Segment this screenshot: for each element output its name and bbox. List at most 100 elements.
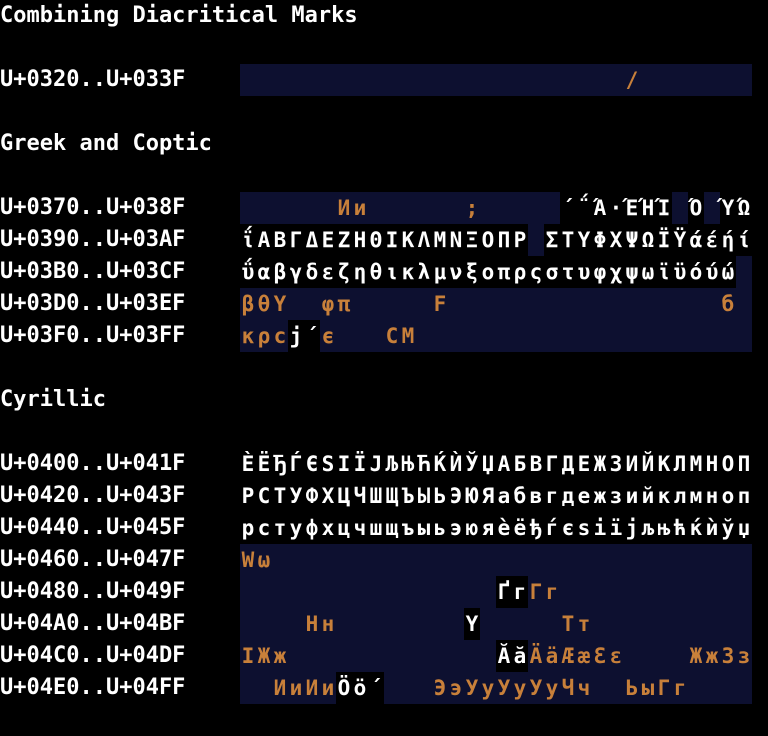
glyph-strip: рстуфхцчшщъыьэюяѐёђѓєѕіїјљњћќѝўџ bbox=[240, 512, 752, 544]
glyph-cell: л bbox=[672, 480, 688, 512]
glyph-cell: З bbox=[608, 448, 624, 480]
glyph-cell: ж bbox=[705, 644, 719, 668]
glyph-cell: Α bbox=[256, 224, 272, 256]
glyph-cell: Є bbox=[304, 448, 320, 480]
glyph-cell: Ц bbox=[336, 480, 352, 512]
code-range-label: U+0440..U+045F bbox=[0, 515, 186, 540]
glyph-cell: У bbox=[465, 676, 479, 700]
glyph-cell: ї bbox=[608, 512, 624, 544]
glyph-cell: ф bbox=[304, 512, 320, 544]
glyph-cell: Y bbox=[464, 608, 480, 640]
glyph-cell: Њ bbox=[400, 448, 416, 480]
glyph-cell: э bbox=[449, 676, 463, 700]
glyph-cell: ώ bbox=[720, 256, 736, 288]
glyph-cell: Ω bbox=[640, 224, 656, 256]
glyph-cell: ы bbox=[416, 512, 432, 544]
glyph-cell: в bbox=[528, 480, 544, 512]
glyph-cell: Г bbox=[657, 676, 671, 700]
code-range-row: U+0440..U+045F р с т у ф х ц ч ш щ ъ ы ь э ю я ѐ ё ђ ѓ є ѕ і ї ј љ… bbox=[0, 512, 768, 544]
code-range-row: U+0390..U+03AF ΐ Α Β Γ Δ Ε Ζ Η Θ Ι Κ Λ Μ Ν Ξ Ο Π Ρ Σ Τ Υ Φ Χ Ψ Ω Ϊ… bbox=[0, 224, 768, 256]
glyph-cell: Æ bbox=[561, 644, 575, 668]
code-range-label: U+0480..U+049F bbox=[0, 579, 186, 604]
glyph-cell: ΄ bbox=[304, 320, 320, 352]
glyph-cell: ѕ bbox=[576, 512, 592, 544]
glyph-cell: Х bbox=[320, 480, 336, 512]
glyph-cell: ε bbox=[320, 256, 336, 288]
glyph-cell: з bbox=[737, 644, 751, 668]
glyph-cell: Т bbox=[561, 612, 575, 636]
glyph-cell: γ bbox=[288, 256, 304, 288]
glyph-cell: Е bbox=[576, 448, 592, 480]
glyph-cell: И bbox=[305, 676, 319, 700]
glyph-cell: M bbox=[401, 324, 415, 348]
glyph-cell: ϊ bbox=[656, 256, 672, 288]
glyph-cell: Ґ bbox=[496, 576, 512, 608]
glyph-cell: Ɛ bbox=[593, 644, 607, 668]
glyph-cell: Ο bbox=[480, 224, 496, 256]
glyph-cell: Ψ bbox=[624, 224, 640, 256]
code-range-row: U+03D0..U+03EF β θ Yφ π Fб bbox=[0, 288, 768, 320]
code-range-row: U+04C0..U+04DF I Жж Ăă Ää Ææ Ɛɛ Жж Зз bbox=[0, 640, 768, 672]
glyph-cell: ь bbox=[432, 512, 448, 544]
glyph-cell: к bbox=[656, 480, 672, 512]
glyph-cell: φ bbox=[592, 256, 608, 288]
glyph-cell: б bbox=[721, 292, 735, 316]
glyph-cell: Ä bbox=[529, 644, 543, 668]
glyph-cell: Ϋ bbox=[672, 224, 688, 256]
glyph-cell: И bbox=[273, 676, 287, 700]
glyph-cell: ρ bbox=[257, 324, 271, 348]
glyph-cell: ύ bbox=[704, 256, 720, 288]
glyph-cell: ´ bbox=[368, 672, 384, 704]
glyph-cell: г bbox=[545, 580, 559, 604]
glyph-cell: Р bbox=[240, 480, 256, 512]
glyph-cell: Έ bbox=[624, 192, 640, 224]
code-range-row: U+0400..U+041F Ѐ Ё Ђ Ѓ Є Ѕ І Ї Ј Љ Њ Ћ Ќ Ѝ Ў Џ А Б В Г Д Е Ж З И Й… bbox=[0, 448, 768, 480]
glyph-cell: ά bbox=[688, 224, 704, 256]
glyph-cell: Η bbox=[352, 224, 368, 256]
section-title: Cyrillic bbox=[0, 387, 106, 412]
glyph-cell: Δ bbox=[304, 224, 320, 256]
glyph-cell: Н bbox=[305, 612, 319, 636]
glyph-cell: Φ bbox=[592, 224, 608, 256]
glyph-cell: ö bbox=[352, 672, 368, 704]
glyph-cell: ы bbox=[641, 676, 655, 700]
glyph-cell: ю bbox=[464, 512, 480, 544]
glyph-cell: Џ bbox=[480, 448, 496, 480]
glyph-cell: κ bbox=[400, 256, 416, 288]
glyph-cell: Ь bbox=[432, 480, 448, 512]
glyph-cell: Ы bbox=[416, 480, 432, 512]
code-range-row: U+0320..U+033F / bbox=[0, 64, 768, 96]
glyph-cell: ΰ bbox=[240, 256, 256, 288]
glyph-cell: Г bbox=[529, 580, 543, 604]
glyph-cell: е bbox=[576, 480, 592, 512]
glyph-cell: υ bbox=[576, 256, 592, 288]
glyph-strip: Wω bbox=[240, 544, 752, 576]
glyph-cell: Э bbox=[433, 676, 447, 700]
glyph-cell: c bbox=[273, 324, 287, 348]
glyph-cell: ο bbox=[480, 256, 496, 288]
glyph-cell: р bbox=[240, 512, 256, 544]
glyph-cell: Ξ bbox=[464, 224, 480, 256]
glyph-cell: Б bbox=[512, 448, 528, 480]
glyph-cell: ι bbox=[384, 256, 400, 288]
glyph-cell: ѓ bbox=[544, 512, 560, 544]
glyph-cell: ѐ bbox=[496, 512, 512, 544]
glyph-cell: ä bbox=[545, 644, 559, 668]
glyph-cell: Λ bbox=[416, 224, 432, 256]
glyph-cell: у bbox=[513, 676, 527, 700]
glyph-cell: и bbox=[289, 676, 303, 700]
glyph-cell: М bbox=[688, 448, 704, 480]
code-range-label: U+03F0..U+03FF bbox=[0, 323, 186, 348]
glyph-cell: Β bbox=[272, 224, 288, 256]
glyph-cell: и bbox=[321, 676, 335, 700]
glyph-strip: κ ρ c j ΄ ϵ C M bbox=[240, 320, 752, 352]
code-range-label: U+03B0..U+03CF bbox=[0, 259, 186, 284]
glyph-cell: у bbox=[481, 676, 495, 700]
glyph-cell: О bbox=[720, 448, 736, 480]
glyph-cell: ќ bbox=[688, 512, 704, 544]
glyph-cell: Ф bbox=[304, 480, 320, 512]
glyph-cell: К bbox=[656, 448, 672, 480]
glyph-cell: κ bbox=[241, 324, 255, 348]
glyph-cell: Σ bbox=[544, 224, 560, 256]
glyph-strip: βθYφπ Fб bbox=[240, 288, 752, 320]
